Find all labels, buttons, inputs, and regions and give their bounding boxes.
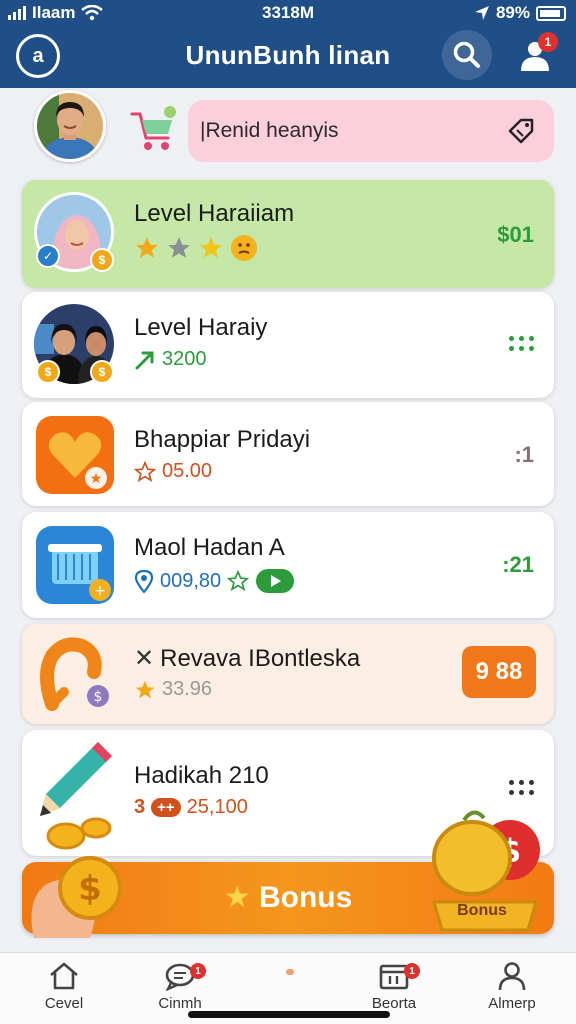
item-subtitle-row: 33.96 bbox=[134, 678, 212, 701]
profile-notification-badge: 1 bbox=[538, 32, 558, 52]
nav-label: Beorta bbox=[371, 995, 417, 1012]
star-outline-icon bbox=[134, 460, 156, 482]
verified-badge-icon: ✓ bbox=[36, 244, 60, 268]
home-indicator bbox=[188, 1011, 390, 1018]
nav-center-dot bbox=[286, 969, 294, 975]
item-value: $01 bbox=[497, 222, 534, 247]
item-app-icon bbox=[32, 732, 114, 816]
item-subtitle-row: 05.00 bbox=[134, 460, 212, 483]
item-title: Level Haraiy bbox=[134, 314, 268, 341]
home-icon bbox=[50, 962, 78, 990]
bonus-label: Bonus bbox=[258, 881, 353, 914]
play-button-icon[interactable] bbox=[255, 568, 295, 594]
item-right-text[interactable]: :21 bbox=[502, 552, 534, 578]
search-icon bbox=[453, 41, 480, 68]
subtitle-badge: ++ bbox=[151, 798, 181, 817]
nav-chat[interactable]: 1 Cinmh bbox=[130, 961, 230, 1012]
star-icon bbox=[136, 237, 158, 258]
person-icon bbox=[498, 962, 526, 991]
horseshoe-icon: $ bbox=[40, 637, 109, 711]
item-subtitle-row: 3200 bbox=[134, 348, 207, 371]
star-outline-icon bbox=[227, 570, 250, 592]
item-subtitle: 3200 bbox=[162, 348, 207, 370]
hand-with-coins-image: $ bbox=[31, 817, 122, 938]
item-avatar: ✓ $ bbox=[34, 192, 116, 274]
nav-profile[interactable]: Almerp bbox=[462, 961, 562, 1012]
shopping-basket-app-icon: + bbox=[36, 526, 114, 604]
item-title-row: ✕ Revava IBontleska bbox=[134, 644, 360, 673]
item-subtitle: 009,80 bbox=[160, 569, 222, 592]
more-options-icon[interactable] bbox=[509, 780, 534, 795]
tag-icon[interactable] bbox=[506, 116, 536, 146]
search-bar[interactable]: |Renid heanyis bbox=[188, 100, 554, 162]
star-icon bbox=[200, 237, 222, 258]
battery-icon bbox=[536, 5, 566, 21]
svg-text:$: $ bbox=[94, 689, 103, 705]
cart-icon bbox=[130, 106, 176, 150]
item-subtitle-row: 3 ++ 25,100 bbox=[134, 796, 248, 819]
nav-notification-badge: 1 bbox=[404, 963, 420, 979]
item-title: Bhappiar Pridayi bbox=[134, 426, 311, 453]
item-subtitle: 33.96 bbox=[162, 678, 213, 700]
battery-percent: 89% bbox=[495, 3, 530, 22]
emoji-face-icon bbox=[231, 235, 257, 261]
list-item[interactable]: $ $ Level Haraiy 3200 bbox=[22, 292, 554, 398]
item-app-icon: ★ bbox=[34, 414, 116, 496]
app-header: a UnunBunh linan 1 bbox=[0, 26, 576, 88]
item-subtitle-row: 009,80 bbox=[134, 568, 295, 594]
user-avatar[interactable] bbox=[34, 90, 106, 162]
item-title: Hadikah 210 bbox=[134, 762, 269, 789]
star-icon bbox=[135, 680, 155, 698]
coin-badge-icon: $ bbox=[90, 248, 114, 272]
nav-notification-badge: 1 bbox=[190, 963, 206, 979]
nav-label: Almerp bbox=[488, 995, 536, 1012]
close-icon[interactable]: ✕ bbox=[134, 645, 154, 672]
coin-badge-icon: $ bbox=[36, 360, 60, 384]
status-right: 89% bbox=[474, 3, 566, 23]
more-options-icon[interactable] bbox=[509, 336, 534, 351]
item-title: Maol Hadan A bbox=[134, 534, 285, 561]
item-app-icon: + bbox=[34, 524, 116, 606]
item-app-icon: $ bbox=[34, 632, 116, 714]
heart-app-icon: ★ bbox=[36, 416, 114, 494]
nav-home[interactable]: Cevel bbox=[14, 961, 114, 1012]
svg-text:+: + bbox=[94, 583, 106, 599]
nav-label: Cevel bbox=[44, 995, 84, 1012]
svg-text:$: $ bbox=[78, 869, 102, 909]
star-rating bbox=[134, 234, 258, 262]
list-item[interactable]: ✓ $ Level Haraiiam $01 bbox=[22, 180, 554, 288]
coin-badge-icon: $ bbox=[90, 360, 114, 384]
nav-label: Cinmh bbox=[158, 995, 202, 1012]
nav-calendar[interactable]: 1 Beorta bbox=[344, 961, 444, 1012]
pencil-icon bbox=[40, 742, 112, 816]
search-bar-text: |Renid heanyis bbox=[200, 119, 339, 142]
item-title: Level Haraiiam bbox=[134, 200, 295, 227]
man-portrait-image bbox=[37, 93, 103, 159]
action-button[interactable]: 9 88 bbox=[462, 646, 536, 698]
svg-text:★: ★ bbox=[90, 471, 103, 487]
star-icon: ★ bbox=[223, 881, 251, 914]
item-right-text[interactable]: :1 bbox=[514, 442, 534, 468]
item-subtitle: 25,100 bbox=[186, 796, 248, 818]
search-button[interactable] bbox=[442, 30, 492, 80]
profile-button[interactable]: 1 bbox=[510, 30, 560, 80]
list-item[interactable]: ★ Bhappiar Pridayi 05.00 :1 bbox=[22, 402, 554, 506]
item-avatar: $ $ bbox=[34, 304, 116, 386]
item-subtitle: 05.00 bbox=[162, 460, 213, 482]
bonus-medal-label: Bonus bbox=[457, 902, 507, 919]
item-subtitle-prefix: 3 bbox=[134, 796, 146, 818]
location-pin-icon bbox=[134, 569, 154, 593]
trend-up-icon bbox=[135, 351, 154, 369]
status-bar: Ilaam 3318M 89% bbox=[0, 0, 576, 26]
list-item[interactable]: $ ✕ Revava IBontleska 33.96 9 88 bbox=[22, 624, 554, 724]
star-icon bbox=[168, 237, 190, 258]
location-arrow-icon bbox=[474, 6, 489, 20]
item-title: Revava IBontleska bbox=[160, 645, 361, 672]
list-item[interactable]: + Maol Hadan A 009,80 :21 bbox=[22, 512, 554, 618]
action-button-label: 9 88 bbox=[475, 658, 523, 685]
